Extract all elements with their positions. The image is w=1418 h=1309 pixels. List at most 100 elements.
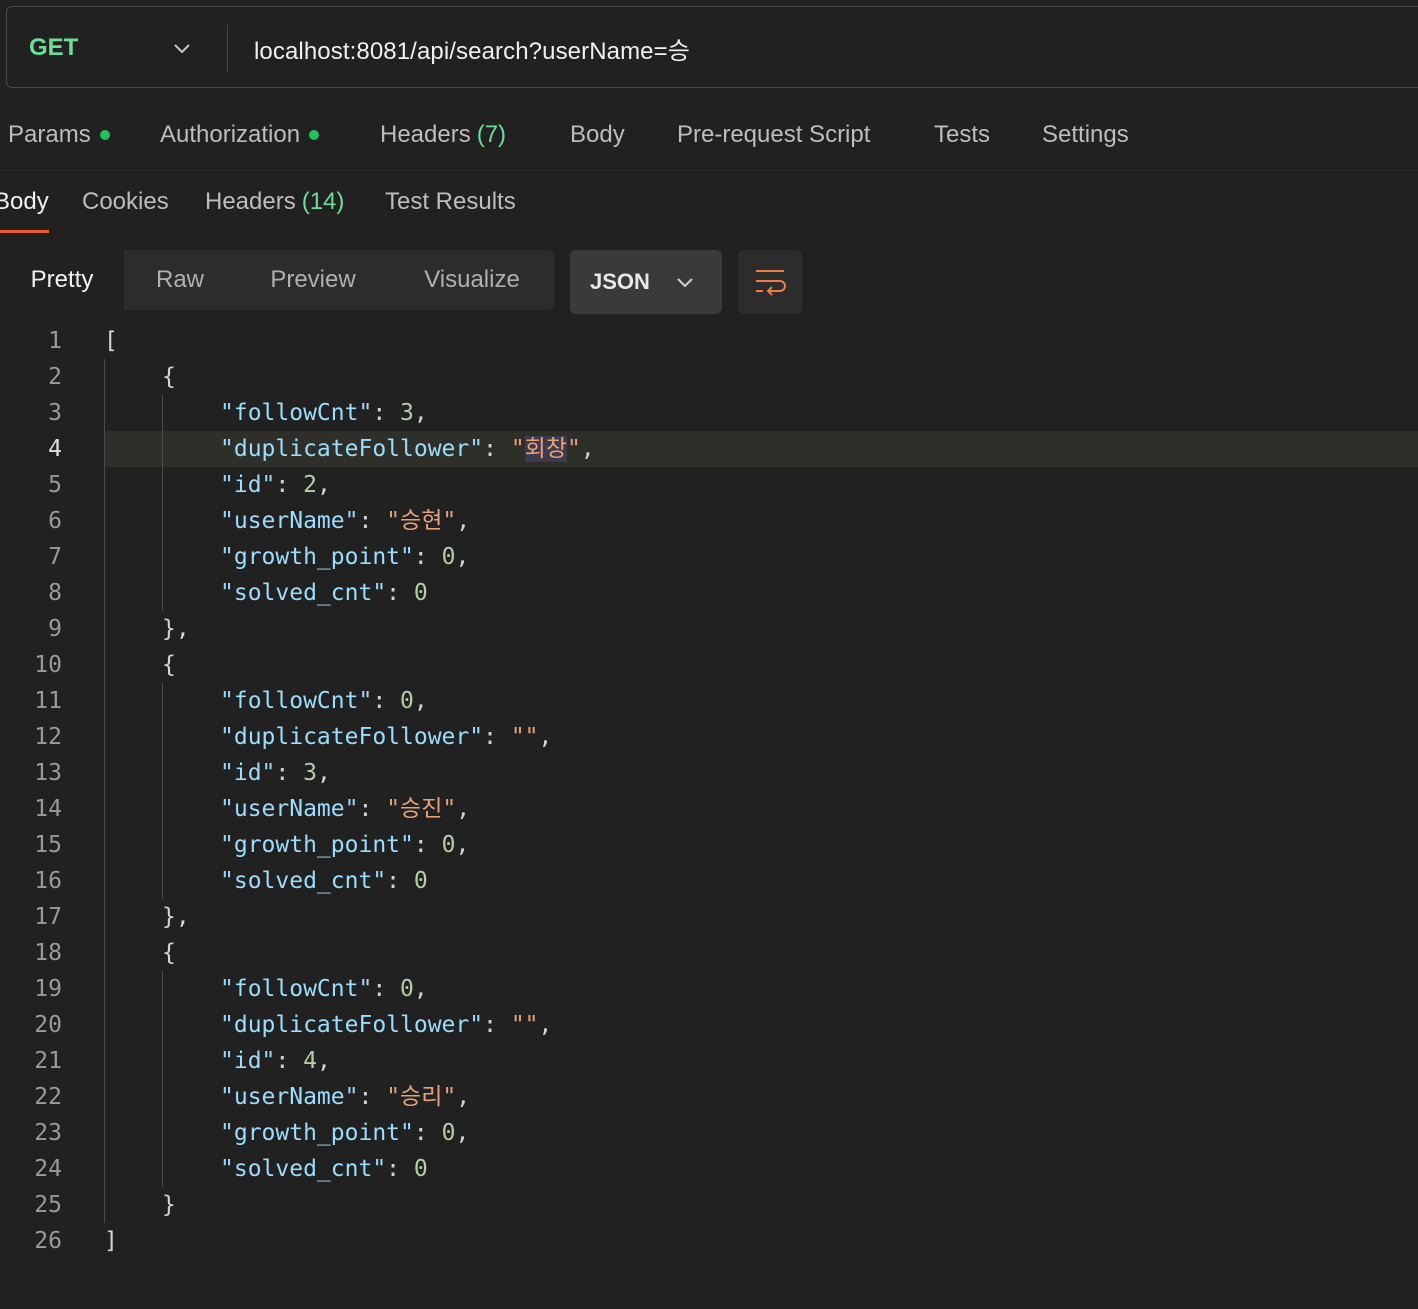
response-body-editor[interactable]: 1[2{3 "followCnt": 3, 4 "duplicateFollower"…: [0, 323, 1418, 1259]
code-line: 7 "growth_point": 0,: [0, 539, 1418, 575]
json-number: 0: [441, 1120, 456, 1146]
tab-label: Body: [0, 188, 49, 215]
tab-settings[interactable]: Settings: [1042, 100, 1129, 170]
line-number: 26: [34, 1228, 62, 1254]
json-punctuation: :: [386, 868, 414, 894]
tab-tests[interactable]: Tests: [934, 100, 990, 170]
indent-guide: [162, 395, 163, 611]
line-number: 3: [48, 400, 62, 426]
indent-guide: [162, 971, 163, 1187]
json-key: "id": [220, 472, 276, 498]
code-text: "growth_point": 0,: [220, 827, 469, 863]
code-text: "followCnt": 3,: [220, 395, 428, 431]
code-line: 8 "solved_cnt": 0: [0, 575, 1418, 611]
code-line: 20 "duplicateFollower": "",: [0, 1007, 1418, 1043]
json-punctuation: ,: [413, 976, 428, 1002]
json-punctuation: {: [162, 652, 176, 678]
code-line: 4 "duplicateFollower": "회창",: [0, 431, 1418, 467]
view-pretty-button[interactable]: Pretty: [0, 250, 124, 310]
tab-label: Authorization: [160, 121, 301, 148]
response-tab-headers[interactable]: Headers (14): [205, 172, 344, 232]
view-label: Raw: [155, 266, 204, 293]
code-text: {: [162, 647, 176, 683]
json-number: 0: [441, 544, 456, 570]
code-text: "id": 3,: [220, 755, 331, 791]
view-label: Preview: [270, 266, 356, 293]
code-line: 5 "id": 2,: [0, 467, 1418, 503]
json-key: "duplicateFollower": [220, 724, 484, 750]
response-tab-cookies[interactable]: Cookies: [82, 172, 169, 232]
json-number: 3: [400, 400, 414, 426]
json-punctuation: ,: [455, 832, 470, 858]
code-line: 24 "solved_cnt": 0: [0, 1151, 1418, 1187]
line-number: 24: [34, 1156, 62, 1182]
json-number: 0: [400, 688, 414, 714]
url-bar: GET localhost:8081/api/search?userName=승: [6, 6, 1418, 88]
code-text: "userName": "승리",: [220, 1079, 470, 1115]
tab-label: Settings: [1042, 121, 1129, 148]
line-number: 25: [34, 1192, 62, 1218]
json-key: "growth_point": [220, 1120, 414, 1146]
tab-authorization[interactable]: Authorization: [160, 100, 320, 170]
json-punctuation: ,: [538, 724, 553, 750]
code-line: 9},: [0, 611, 1418, 647]
code-line: 22 "userName": "승리",: [0, 1079, 1418, 1115]
json-punctuation: :: [386, 580, 414, 606]
json-punctuation: ,: [456, 796, 471, 822]
json-punctuation: ,: [456, 508, 471, 534]
wrap-lines-button[interactable]: [738, 250, 802, 314]
json-key: "followCnt": [220, 688, 373, 714]
tab-label: Test Results: [385, 188, 516, 215]
line-number: 6: [48, 508, 62, 534]
tab-label: Tests: [934, 121, 991, 148]
json-number: 0: [413, 1156, 428, 1182]
url-input[interactable]: localhost:8081/api/search?userName=승: [254, 7, 690, 89]
tab-count: (14): [301, 188, 345, 215]
json-number: 0: [413, 580, 428, 606]
code-text: "followCnt": 0,: [220, 683, 428, 719]
view-raw-button[interactable]: Raw: [124, 250, 236, 310]
tab-params[interactable]: Params: [8, 100, 110, 170]
json-punctuation: :: [413, 1120, 442, 1146]
format-select[interactable]: JSON: [570, 250, 722, 314]
json-punctuation: :: [372, 400, 401, 426]
tab-headers[interactable]: Headers (7): [380, 100, 506, 170]
json-string: "": [510, 1012, 539, 1038]
code-text: {: [162, 935, 176, 971]
response-tab-test-results[interactable]: Test Results: [385, 172, 516, 232]
tab-label: Body: [570, 121, 625, 148]
chevron-down-icon[interactable]: [171, 37, 193, 59]
json-punctuation: :: [483, 436, 511, 462]
json-punctuation: :: [358, 796, 387, 822]
line-number: 7: [48, 544, 62, 570]
status-dot-icon: [309, 130, 320, 140]
method-select[interactable]: GET: [29, 7, 78, 89]
code-text: [: [104, 323, 118, 359]
tab-pre-request-script[interactable]: Pre-request Script: [677, 100, 870, 170]
json-punctuation: {: [162, 940, 176, 966]
code-text: "duplicateFollower": "",: [220, 1007, 552, 1043]
code-line: 11 "followCnt": 0,: [0, 683, 1418, 719]
tab-body[interactable]: Body: [570, 100, 625, 170]
json-punctuation: :: [372, 688, 401, 714]
code-line: 10 {: [0, 647, 1418, 683]
line-number: 13: [34, 760, 62, 786]
view-preview-button[interactable]: Preview: [236, 250, 390, 310]
view-visualize-button[interactable]: Visualize: [390, 250, 554, 310]
response-tab-body[interactable]: Body: [0, 172, 49, 232]
view-mode-group: Pretty Raw Preview Visualize: [0, 250, 554, 310]
request-tabs: Params Authorization Headers (7) Body Pr…: [0, 100, 1418, 171]
json-key: "solved_cnt": [220, 580, 387, 606]
postman-request-view: GET localhost:8081/api/search?userName=승…: [0, 0, 1418, 1309]
code-text: "growth_point": 0,: [220, 539, 469, 575]
json-punctuation: :: [413, 544, 442, 570]
code-text: "id": 2,: [220, 467, 331, 503]
code-text: "solved_cnt": 0: [220, 1151, 428, 1187]
line-number: 15: [34, 832, 62, 858]
url-divider: [227, 25, 228, 73]
response-tabs: Body Cookies Headers (14) Test Results: [0, 172, 1418, 234]
view-label: Pretty: [30, 266, 94, 293]
line-number: 4: [48, 436, 62, 462]
code-line: 18 {: [0, 935, 1418, 971]
json-string: "승현": [386, 508, 457, 534]
